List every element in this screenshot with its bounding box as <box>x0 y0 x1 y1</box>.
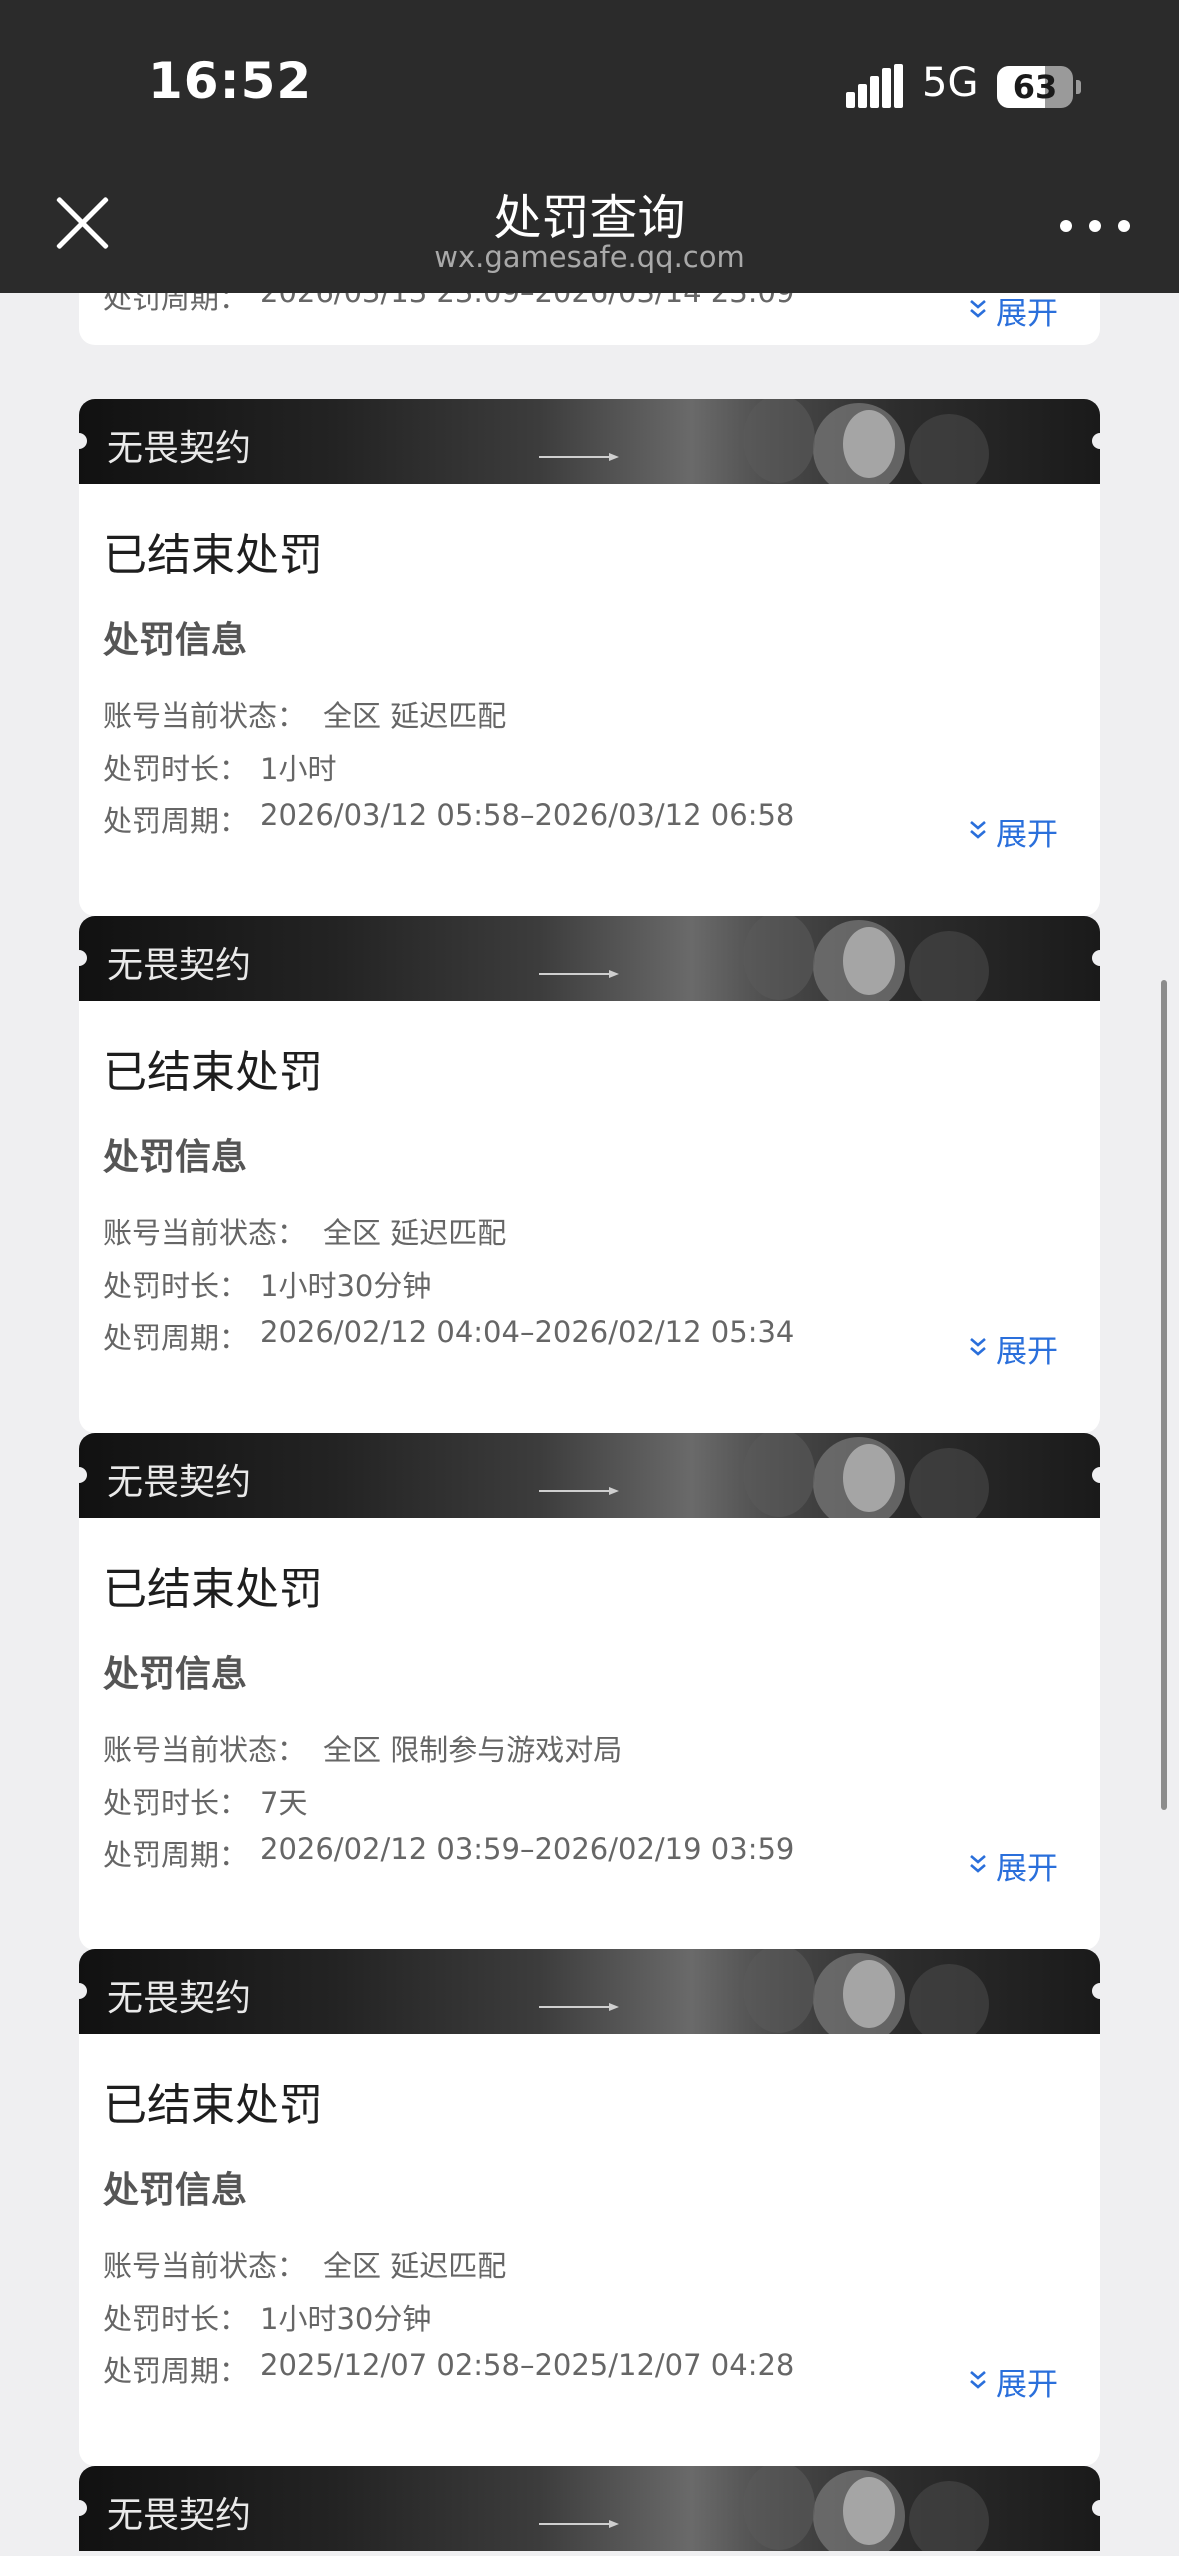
penalty-status: 已结束处罚 <box>103 2080 323 2131</box>
duration-row: 处罚时长： 1小时 <box>103 746 336 788</box>
network-type: 5G <box>922 60 979 106</box>
banner-notch-left <box>79 1467 87 1483</box>
duration-label: 处罚时长： <box>103 752 249 786</box>
period-value: 2026/03/12 05:58–2026/03/12 06:58 <box>260 798 795 832</box>
top-bar: 16:52 5G 63 处罚查询 wx.gamesafe.qq.com <box>0 0 1179 293</box>
game-name: 无畏契约 <box>107 1462 252 1503</box>
section-title: 处罚信息 <box>103 1654 248 1695</box>
duration-row: 处罚时长： 1小时30分钟 <box>103 1263 431 1305</box>
game-banner: 无畏契约 <box>79 2466 1100 2551</box>
account-status-label: 账号当前状态： <box>103 699 307 733</box>
signal-icon <box>846 64 904 108</box>
section-title: 处罚信息 <box>103 2170 248 2211</box>
period-label: 处罚周期： <box>103 1321 249 1355</box>
period-label: 处罚周期： <box>103 1838 249 1872</box>
period-label: 处罚周期： <box>103 804 249 838</box>
duration-value: 1小时30分钟 <box>260 1269 432 1303</box>
period-label: 处罚周期： <box>103 293 249 315</box>
battery-icon: 63 <box>997 66 1073 108</box>
double-chevron-down-icon <box>970 821 986 839</box>
game-banner: 无畏契约 <box>79 916 1100 1001</box>
account-status-value: 全区 限制参与游戏对局 <box>323 1733 623 1767</box>
game-name: 无畏契约 <box>107 2495 252 2536</box>
game-banner-art <box>539 1949 989 2034</box>
penalty-status: 已结束处罚 <box>103 530 323 581</box>
status-time: 16:52 <box>148 52 313 110</box>
duration-label: 处罚时长： <box>103 1786 249 1820</box>
game-banner: 无畏契约 <box>79 1949 1100 2034</box>
battery-nub <box>1076 80 1081 94</box>
account-status-row: 账号当前状态： 全区 延迟匹配 <box>103 693 506 735</box>
account-status-row: 账号当前状态： 全区 延迟匹配 <box>103 2243 506 2285</box>
penalty-card-partial: 无畏契约 <box>79 2466 1100 2551</box>
game-banner-art <box>539 1433 989 1518</box>
game-banner: 无畏契约 <box>79 399 1100 484</box>
game-name: 无畏契约 <box>107 1978 252 2019</box>
page-url: wx.gamesafe.qq.com <box>434 240 745 274</box>
section-title: 处罚信息 <box>103 620 248 661</box>
account-status-label: 账号当前状态： <box>103 1216 307 1250</box>
period-label: 处罚周期： <box>103 2354 249 2388</box>
duration-row: 处罚时长： 7天 <box>103 1780 307 1822</box>
penalty-card: 无畏契约 已结束处罚 处罚信息 账号当前状态： 全区 延迟匹配 处罚时长： 1小… <box>79 399 1100 916</box>
expand-label: 展开 <box>996 817 1058 853</box>
scrollbar[interactable] <box>1161 980 1167 1810</box>
account-status-row: 账号当前状态： 全区 限制参与游戏对局 <box>103 1727 622 1769</box>
account-status-value: 全区 延迟匹配 <box>323 2249 507 2283</box>
page-content: 处罚周期： 2026/03/13 23:09–2026/03/14 23:09 … <box>0 0 1179 2556</box>
period-row: 处罚周期： 2025/12/07 02:58–2025/12/07 04:28 <box>103 2348 794 2390</box>
period-row: 处罚周期： 2026/02/12 03:59–2026/02/19 03:59 <box>103 1832 794 1874</box>
banner-notch-left <box>79 2500 87 2516</box>
duration-value: 1小时30分钟 <box>260 2302 432 2336</box>
battery-percent: 63 <box>1012 68 1058 106</box>
double-chevron-down-icon <box>970 1855 986 1873</box>
account-status-value: 全区 延迟匹配 <box>323 1216 507 1250</box>
banner-notch-left <box>79 950 87 966</box>
expand-label: 展开 <box>996 1851 1058 1887</box>
period-value: 2026/02/12 03:59–2026/02/19 03:59 <box>260 1832 795 1866</box>
expand-label: 展开 <box>996 2367 1058 2403</box>
penalty-card: 无畏契约 已结束处罚 处罚信息 账号当前状态： 全区 延迟匹配 处罚时长： 1小… <box>79 916 1100 1433</box>
section-title: 处罚信息 <box>103 1137 248 1178</box>
game-banner-art <box>539 916 989 1001</box>
banner-notch-left <box>79 1983 87 1999</box>
double-chevron-down-icon <box>970 1338 986 1356</box>
account-status-row: 账号当前状态： 全区 延迟匹配 <box>103 1210 506 1252</box>
period-row: 处罚周期： 2026/03/12 05:58–2026/03/12 06:58 <box>103 798 794 840</box>
double-chevron-down-icon <box>970 300 986 318</box>
page-title: 处罚查询 <box>493 190 686 246</box>
game-banner-art <box>539 2466 989 2551</box>
game-banner-art <box>539 399 989 484</box>
double-chevron-down-icon <box>970 2371 986 2389</box>
penalty-status: 已结束处罚 <box>103 1047 323 1098</box>
duration-value: 7天 <box>260 1786 308 1820</box>
duration-value: 1小时 <box>260 752 337 786</box>
account-status-value: 全区 延迟匹配 <box>323 699 507 733</box>
game-banner: 无畏契约 <box>79 1433 1100 1518</box>
expand-label: 展开 <box>996 1334 1058 1370</box>
more-icon[interactable] <box>1060 214 1130 238</box>
period-row: 处罚周期： 2026/02/12 04:04–2026/02/12 05:34 <box>103 1315 794 1357</box>
banner-notch-left <box>79 433 87 449</box>
duration-label: 处罚时长： <box>103 1269 249 1303</box>
game-name: 无畏契约 <box>107 428 252 469</box>
duration-label: 处罚时长： <box>103 2302 249 2336</box>
period-value: 2026/02/12 04:04–2026/02/12 05:34 <box>260 1315 795 1349</box>
expand-label: 展开 <box>996 296 1058 332</box>
penalty-card: 无畏契约 已结束处罚 处罚信息 账号当前状态： 全区 限制参与游戏对局 处罚时长… <box>79 1433 1100 1950</box>
period-row: 处罚周期： 2026/03/13 23:09–2026/03/14 23:09 <box>103 293 794 317</box>
period-value: 2026/03/13 23:09–2026/03/14 23:09 <box>260 293 794 309</box>
period-value: 2025/12/07 02:58–2025/12/07 04:28 <box>260 2348 795 2382</box>
duration-row: 处罚时长： 1小时30分钟 <box>103 2296 431 2338</box>
penalty-status: 已结束处罚 <box>103 1564 323 1615</box>
penalty-card-partial: 处罚周期： 2026/03/13 23:09–2026/03/14 23:09 … <box>79 293 1100 345</box>
game-name: 无畏契约 <box>107 945 252 986</box>
account-status-label: 账号当前状态： <box>103 2249 307 2283</box>
penalty-card: 无畏契约 已结束处罚 处罚信息 账号当前状态： 全区 延迟匹配 处罚时长： 1小… <box>79 1949 1100 2466</box>
account-status-label: 账号当前状态： <box>103 1733 307 1767</box>
